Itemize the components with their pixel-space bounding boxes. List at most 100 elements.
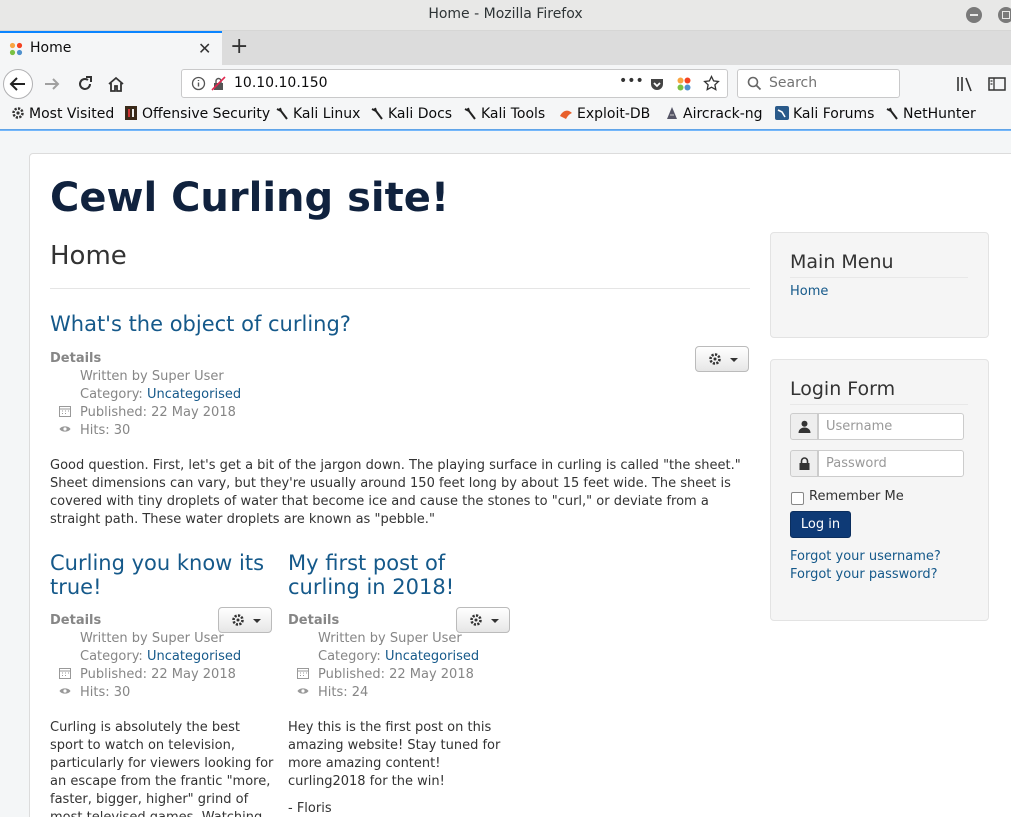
username-field-group: Username bbox=[790, 413, 964, 440]
menu-item-home[interactable]: Home bbox=[790, 284, 828, 299]
aircrack-icon bbox=[667, 107, 677, 119]
category-link[interactable]: Uncategorised bbox=[147, 649, 241, 664]
library-icon[interactable] bbox=[956, 75, 974, 93]
article-body: Curling is absolutely the best sport to … bbox=[50, 720, 274, 817]
bookmarks-toolbar: Most Visited Offensive Security Kali Lin… bbox=[0, 103, 1011, 130]
search-icon bbox=[747, 76, 762, 91]
user-icon bbox=[59, 369, 71, 381]
article-author: Written by Super User bbox=[297, 631, 462, 646]
category-link[interactable]: Uncategorised bbox=[385, 649, 479, 664]
kali-dragon-icon bbox=[371, 107, 383, 120]
article-hits: Hits: 30 bbox=[59, 685, 130, 700]
module-divider bbox=[790, 404, 968, 405]
insecure-lock-icon[interactable] bbox=[211, 76, 226, 91]
bookmark-nethunter[interactable]: NetHunter bbox=[885, 106, 976, 122]
calendar-icon bbox=[297, 668, 309, 679]
category-link[interactable]: Uncategorised bbox=[147, 387, 241, 402]
minimize-button[interactable] bbox=[966, 7, 982, 23]
article-actions-button[interactable] bbox=[695, 346, 749, 372]
back-button[interactable] bbox=[3, 69, 33, 99]
article-title[interactable]: My first post of curling in 2018! bbox=[288, 551, 508, 599]
username-input[interactable]: Username bbox=[818, 413, 964, 440]
kali-dragon-icon bbox=[276, 107, 288, 120]
bookmark-kali-forums[interactable]: Kali Forums bbox=[775, 106, 874, 122]
caret-down-icon bbox=[253, 619, 261, 623]
password-field-group: Password bbox=[790, 450, 964, 477]
bookmark-kali-tools[interactable]: Kali Tools bbox=[463, 106, 545, 122]
article-author: Written by Super User bbox=[59, 631, 224, 646]
article-category: Category: Uncategorised bbox=[297, 649, 479, 664]
navigation-toolbar: 10.10.10.150 ••• Search bbox=[0, 65, 1011, 103]
tab-close-icon[interactable]: ✕ bbox=[198, 39, 211, 58]
search-bar[interactable]: Search bbox=[737, 69, 900, 98]
bookmark-most-visited[interactable]: Most Visited bbox=[11, 106, 114, 122]
eye-icon bbox=[59, 426, 71, 432]
remember-me-label[interactable]: Remember Me bbox=[809, 489, 904, 504]
article-category: Category: Uncategorised bbox=[59, 649, 241, 664]
remember-me-checkbox[interactable] bbox=[791, 492, 804, 505]
pocket-icon[interactable] bbox=[649, 76, 665, 92]
module-divider bbox=[790, 277, 968, 278]
joomla-favicon-icon bbox=[9, 42, 23, 56]
calendar-icon bbox=[59, 406, 71, 417]
forgot-password-link[interactable]: Forgot your password? bbox=[790, 567, 938, 582]
eye-icon bbox=[297, 688, 309, 694]
bookmark-aircrack-ng[interactable]: Aircrack-ng bbox=[665, 106, 763, 122]
article-body: Good question. First, let's get a bit of… bbox=[50, 458, 741, 527]
reload-icon[interactable] bbox=[75, 74, 95, 94]
kali-forums-icon bbox=[775, 106, 789, 120]
forgot-username-link[interactable]: Forgot your username? bbox=[790, 549, 941, 564]
lock-icon bbox=[799, 457, 810, 470]
bookmark-offensive-security[interactable]: Offensive Security bbox=[124, 106, 270, 122]
article-actions-button[interactable] bbox=[456, 607, 510, 633]
kali-dragon-icon bbox=[464, 107, 476, 120]
article-actions-button[interactable] bbox=[218, 607, 272, 633]
article-body: Hey this is the first post on this amazi… bbox=[288, 720, 501, 789]
article-hits: Hits: 24 bbox=[297, 685, 368, 700]
joomla-extension-icon[interactable] bbox=[676, 76, 692, 92]
home-icon[interactable] bbox=[106, 74, 126, 94]
window-titlebar: Home - Mozilla Firefox bbox=[0, 0, 1011, 31]
page-actions-icon[interactable]: ••• bbox=[619, 73, 644, 89]
article-title[interactable]: What's the object of curling? bbox=[50, 312, 351, 336]
article-author: Written by Super User bbox=[59, 369, 224, 384]
info-icon[interactable] bbox=[191, 76, 206, 91]
folder-icon bbox=[59, 387, 71, 399]
folder-icon bbox=[297, 649, 309, 661]
login-form-title: Login Form bbox=[790, 378, 896, 400]
site-title[interactable]: Cewl Curling site! bbox=[50, 175, 449, 221]
calendar-icon bbox=[59, 668, 71, 679]
gear-icon bbox=[470, 614, 482, 626]
bookmark-exploit-db[interactable]: Exploit-DB bbox=[559, 106, 650, 122]
bookmark-kali-docs[interactable]: Kali Docs bbox=[370, 106, 452, 122]
username-addon bbox=[790, 413, 818, 440]
details-label: Details bbox=[50, 613, 102, 628]
search-placeholder: Search bbox=[769, 75, 818, 91]
exploitdb-icon bbox=[560, 110, 572, 119]
maximize-button[interactable] bbox=[998, 7, 1011, 23]
url-bar[interactable]: 10.10.10.150 ••• bbox=[181, 69, 728, 98]
url-text[interactable]: 10.10.10.150 bbox=[234, 75, 328, 91]
tab-bar: Home ✕ + bbox=[0, 31, 1011, 65]
tab-home[interactable]: Home ✕ bbox=[0, 31, 222, 65]
gear-icon bbox=[12, 107, 24, 119]
article-published: Published: 22 May 2018 bbox=[59, 405, 236, 420]
gear-icon bbox=[709, 353, 721, 365]
main-menu-module: Main Menu Home bbox=[770, 232, 989, 338]
bookmark-kali-linux[interactable]: Kali Linux bbox=[275, 106, 360, 122]
sidebar-toggle-icon[interactable] bbox=[988, 75, 1006, 93]
user-icon bbox=[59, 631, 71, 643]
forward-arrow-icon[interactable] bbox=[42, 74, 62, 94]
gear-icon bbox=[232, 614, 244, 626]
eye-icon bbox=[59, 688, 71, 694]
bookmark-star-icon[interactable] bbox=[703, 75, 720, 92]
password-input[interactable]: Password bbox=[818, 450, 964, 477]
password-addon bbox=[790, 450, 818, 477]
log-in-button[interactable]: Log in bbox=[790, 511, 851, 538]
window-title: Home - Mozilla Firefox bbox=[428, 6, 583, 22]
new-tab-button[interactable]: + bbox=[230, 34, 248, 59]
kali-dragon-icon bbox=[886, 107, 898, 120]
user-icon bbox=[798, 420, 811, 433]
article-title[interactable]: Curling you know its true! bbox=[50, 551, 270, 599]
article-hits: Hits: 30 bbox=[59, 423, 130, 438]
